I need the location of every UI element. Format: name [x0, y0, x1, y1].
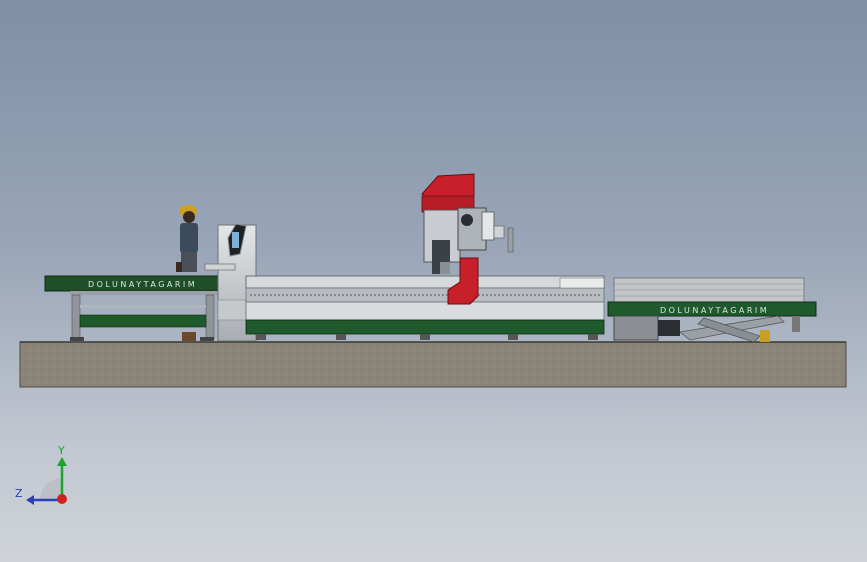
coordinate-triad: Y Z: [15, 444, 67, 505]
brand-text-left: DOLUNAYTAGARIM: [88, 280, 197, 289]
stacking-table-right: DOLUNAYTAGARIM: [607, 277, 817, 343]
y-axis-label: Y: [57, 444, 65, 457]
model-viewport[interactable]: DOLUNAYTAGARIM DOLUNAYTAGARIM Y Z: [0, 0, 867, 562]
z-axis-label: Z: [15, 487, 23, 500]
floor-slab: [19, 341, 847, 388]
cnc-machine-bed: [245, 275, 605, 340]
loading-table-left: DOLUNAYTAGARIM: [44, 275, 244, 341]
x-axis-dot: [57, 494, 67, 504]
brand-text-right: DOLUNAYTAGARIM: [660, 306, 769, 315]
